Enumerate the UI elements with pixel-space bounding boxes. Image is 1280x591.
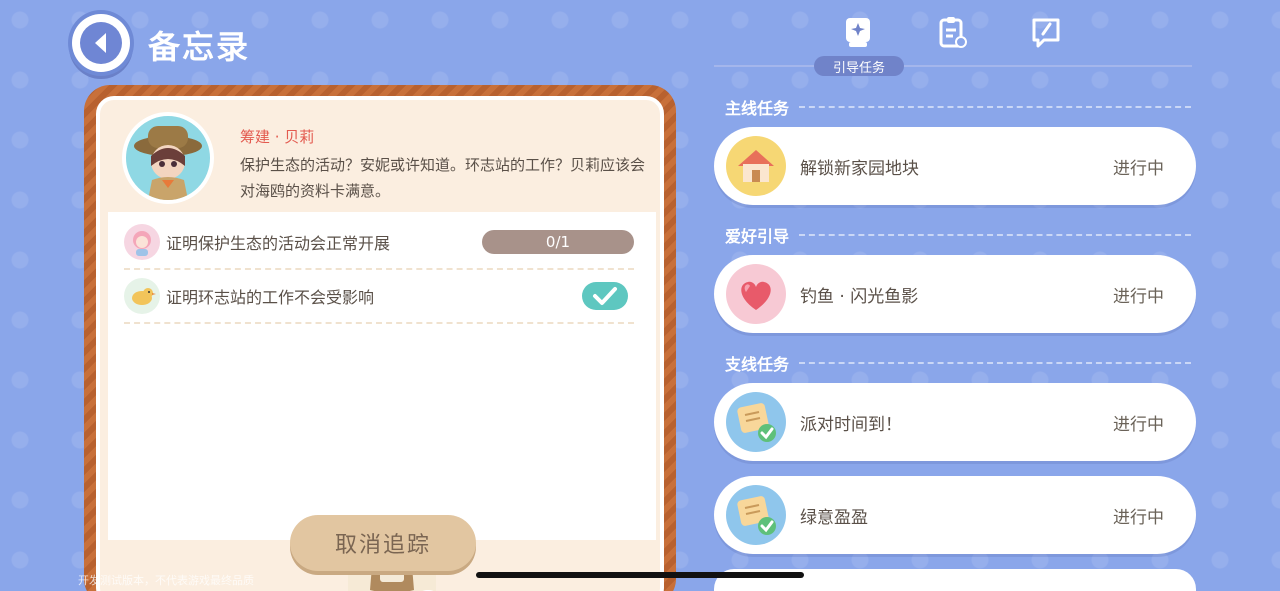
npc-description: 保护生态的活动？安妮或许知道。环志站的工作？贝莉应该会对海鸥的资料卡满意。 — [240, 156, 646, 200]
cancel-tracking-button[interactable]: 取消追踪 — [290, 515, 476, 571]
back-arrow-icon — [80, 22, 122, 64]
task-label: 证明保护生态的活动会正常开展 — [166, 234, 391, 253]
tab-notes-icon[interactable] — [1028, 14, 1064, 50]
bird-icon — [124, 278, 160, 314]
tab-guide-label: 引导任务 — [814, 56, 904, 76]
divider — [799, 234, 1191, 236]
heart-icon — [726, 264, 786, 324]
section-hobby-title: 爱好引导 — [725, 223, 1191, 247]
task-row: 证明保护生态的活动会正常开展 0/1 — [124, 216, 634, 270]
tab-checklist-icon[interactable] — [934, 14, 970, 50]
task-list: 证明保护生态的活动会正常开展 0/1 证明环志站的工作不会受影响 — [108, 212, 656, 591]
page-title: 备忘录 — [148, 28, 251, 66]
build-notice: 开发测试版本，不代表游戏最终品质 — [78, 574, 254, 587]
quest-card[interactable]: 解锁新家园地块 进行中 — [714, 127, 1196, 205]
player-id: ID: amcdcy — [1128, 572, 1191, 585]
letter-check-icon — [726, 392, 786, 452]
section-label: 主线任务 — [725, 99, 790, 118]
quest-name: 钓鱼 · 闪光鱼影 — [800, 286, 919, 307]
quest-status: 进行中 — [1113, 158, 1164, 179]
home-indicator[interactable] — [476, 572, 804, 578]
task-row: 证明环志站的工作不会受影响 — [124, 270, 634, 324]
task-progress: 0/1 — [482, 230, 634, 254]
tab-divider — [714, 65, 1192, 67]
debug-info: F: 30 P: 70 ID: amcdcy — [1046, 572, 1191, 585]
quest-status: 进行中 — [1113, 414, 1164, 435]
house-icon — [726, 136, 786, 196]
quest-status: 进行中 — [1113, 286, 1164, 307]
npc-name: 筹建 · 贝莉 — [240, 128, 315, 146]
fps-readout: F: 30 — [1046, 572, 1073, 585]
divider — [799, 106, 1191, 108]
task-complete-check-icon — [582, 282, 628, 310]
divider — [799, 362, 1191, 364]
back-button[interactable] — [72, 14, 130, 72]
quest-name: 解锁新家园地块 — [800, 158, 919, 179]
quest-card[interactable]: 派对时间到！ 进行中 — [714, 383, 1196, 461]
npc-portrait-icon — [124, 224, 160, 260]
quest-card[interactable]: 钓鱼 · 闪光鱼影 进行中 — [714, 255, 1196, 333]
section-label: 爱好引导 — [725, 227, 790, 246]
tab-guide-book-icon[interactable] — [840, 14, 876, 50]
quest-name: 派对时间到！ — [800, 414, 902, 435]
quest-name: 绿意盈盈 — [800, 507, 868, 528]
letter-check-icon — [726, 485, 786, 545]
tab-bar — [840, 14, 1070, 54]
ping-readout: P: 70 — [1086, 572, 1115, 585]
task-card: 筹建 · 贝莉 保护生态的活动？安妮或许知道。环志站的工作？贝莉应该会对海鸥的资… — [96, 96, 664, 591]
task-label: 证明环志站的工作不会受影响 — [166, 288, 375, 307]
section-label: 支线任务 — [725, 355, 790, 374]
section-side-title: 支线任务 — [725, 351, 1191, 375]
section-main-title: 主线任务 — [725, 95, 1191, 119]
quest-card[interactable]: 绿意盈盈 进行中 — [714, 476, 1196, 554]
npc-avatar — [122, 112, 214, 204]
quest-status: 进行中 — [1113, 507, 1164, 528]
